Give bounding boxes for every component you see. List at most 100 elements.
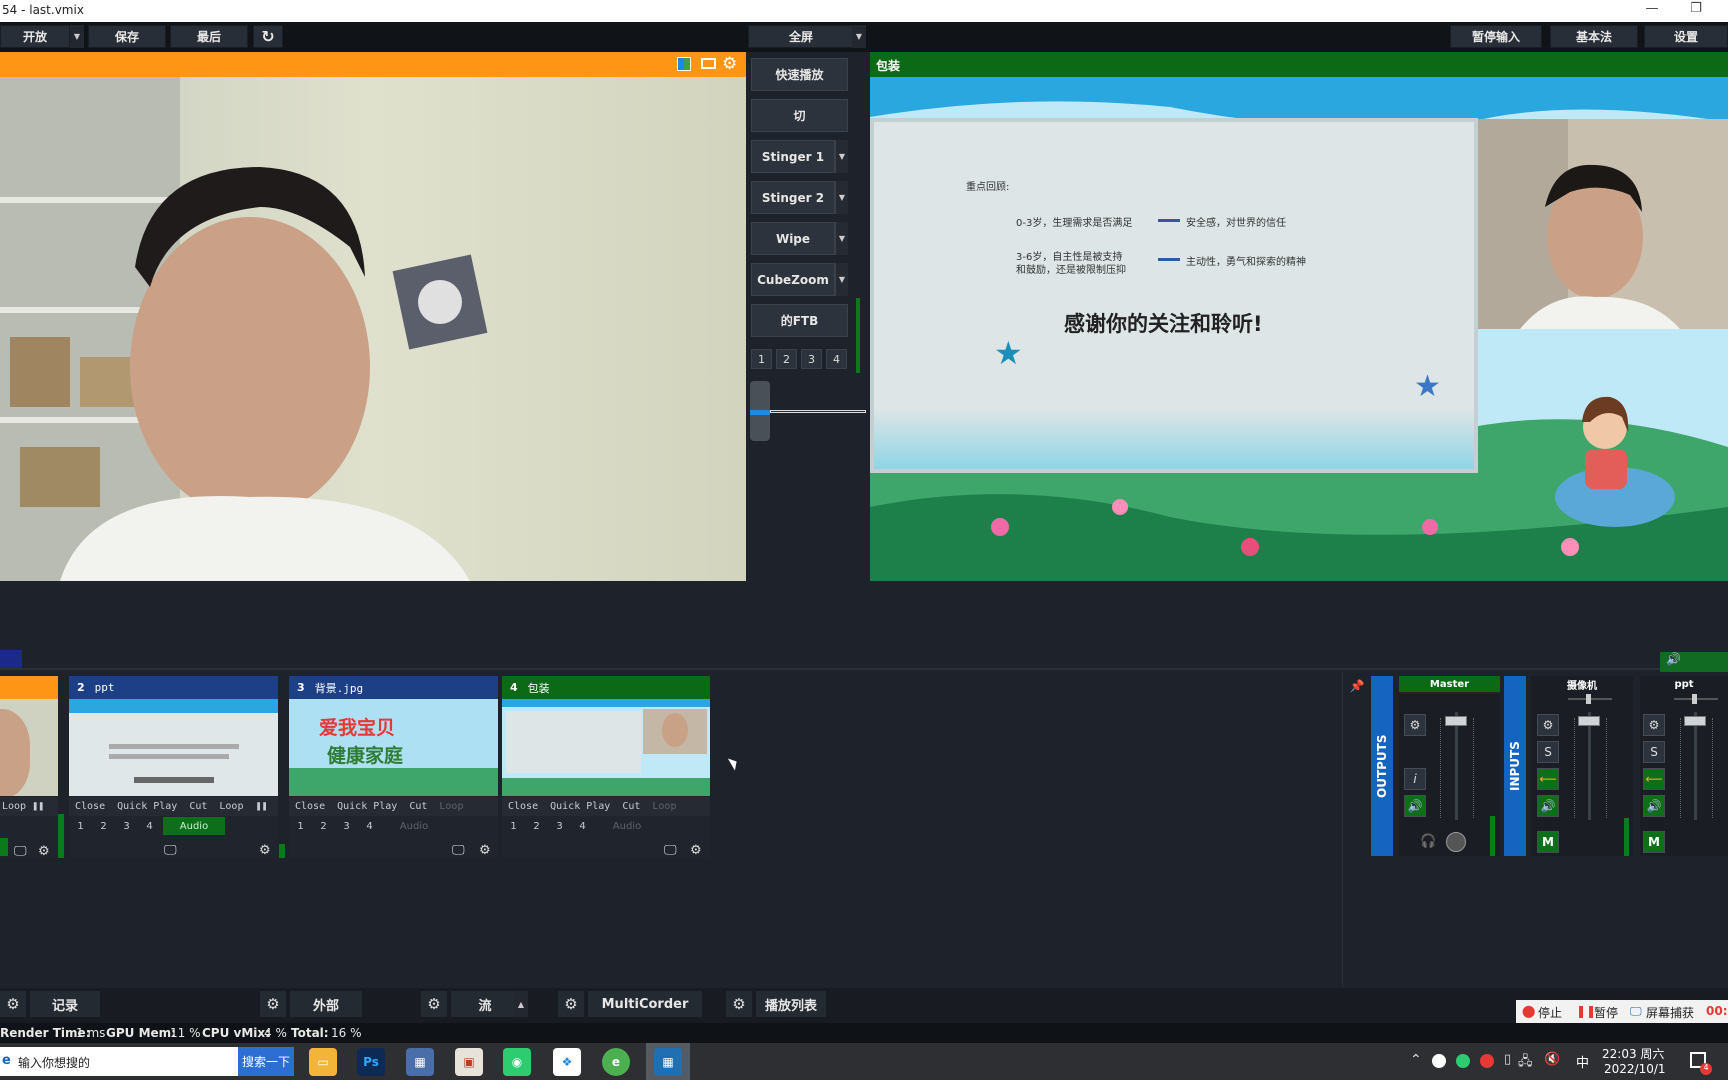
camera-fader-knob[interactable]	[1578, 716, 1600, 726]
pause-icon[interactable]: ❚❚	[28, 797, 48, 816]
audio-button[interactable]: Audio	[383, 817, 445, 835]
multicorder-button[interactable]: MultiCorder	[588, 991, 702, 1017]
search-box[interactable]: e 输入你想搜的	[0, 1047, 238, 1076]
arrow-left-icon[interactable]: ⟵	[1537, 768, 1559, 790]
settings-button[interactable]: 设置	[1644, 25, 1728, 48]
file-explorer-icon[interactable]: ▭	[309, 1048, 337, 1076]
last-button[interactable]: 最后	[170, 25, 248, 48]
open-button[interactable]: 开放	[0, 25, 70, 48]
minimize-button[interactable]: —	[1632, 1, 1672, 21]
pin-icon[interactable]: 📌	[1347, 676, 1367, 696]
input-1-thumbnail[interactable]	[0, 699, 58, 796]
audio-button[interactable]: Audio	[596, 817, 658, 835]
loop-button[interactable]: Loop	[213, 797, 249, 816]
gear-icon[interactable]: ⚙	[1404, 714, 1426, 736]
stinger2-button[interactable]: Stinger 2	[751, 181, 835, 214]
master-fader-track[interactable]	[1455, 712, 1458, 820]
pause-input-button[interactable]: 暂停输入	[1450, 25, 1542, 48]
number-4-button[interactable]: 4	[358, 817, 381, 836]
gear-icon[interactable]: ⚙	[479, 844, 491, 857]
stinger1-dropdown[interactable]: ▼	[835, 140, 848, 173]
ppt-fader-track[interactable]	[1694, 712, 1697, 820]
gear-icon[interactable]: ⚙	[1643, 714, 1665, 736]
recorder-capture[interactable]: 屏幕捕获	[1646, 1004, 1694, 1021]
gear-icon[interactable]: ⚙	[722, 54, 737, 74]
transition-4-button[interactable]: 4	[826, 349, 847, 369]
tbar-track[interactable]	[770, 410, 866, 413]
wechat-tray-icon[interactable]	[1456, 1054, 1470, 1068]
arrow-left-icon[interactable]: ⟵	[1643, 768, 1665, 790]
input-1-header[interactable]	[0, 676, 58, 699]
layout-icon[interactable]	[701, 58, 716, 69]
cut-button[interactable]: Cut	[403, 797, 433, 816]
save-button[interactable]: 保存	[88, 25, 166, 48]
collapse-tab[interactable]	[0, 650, 22, 670]
mute-button[interactable]: M	[1537, 831, 1559, 853]
gear-icon[interactable]: ⚙	[726, 991, 752, 1017]
transition-1-button[interactable]: 1	[751, 349, 772, 369]
cubezoom-dropdown[interactable]: ▼	[835, 263, 848, 296]
quick-play-button[interactable]: Quick Play	[111, 797, 183, 816]
loop-button[interactable]: Loop	[0, 797, 28, 816]
fullscreen-button[interactable]: 全屏	[748, 25, 854, 48]
cubezoom-button[interactable]: CubeZoom	[751, 263, 835, 296]
number-1-button[interactable]: 1	[289, 817, 312, 836]
pause-icon[interactable]: ❚❚	[249, 797, 273, 816]
ppt-fader-knob[interactable]	[1684, 716, 1706, 726]
basic-button[interactable]: 基本法	[1550, 25, 1638, 48]
transition-2-button[interactable]: 2	[776, 349, 797, 369]
input-4-header[interactable]: 4 包装	[502, 676, 710, 699]
gear-icon[interactable]: ⚙	[0, 991, 26, 1017]
app-icon[interactable]: ❖	[553, 1048, 581, 1076]
input-3-header[interactable]: 3 背景.jpg	[289, 676, 498, 699]
cut-button[interactable]: Cut	[183, 797, 213, 816]
info-button[interactable]: i	[1404, 768, 1426, 790]
gear-icon[interactable]: ⚙	[1537, 714, 1559, 736]
input-3-thumbnail[interactable]: 爱我宝贝 健康家庭	[289, 699, 498, 796]
inputs-label[interactable]: INPUTS	[1504, 676, 1526, 856]
number-2-button[interactable]: 2	[312, 817, 335, 836]
gear-icon[interactable]: ⚙	[421, 991, 447, 1017]
network-icon[interactable]: 🖧	[1518, 1052, 1533, 1074]
gear-icon[interactable]: ⚙	[38, 845, 50, 858]
outputs-label[interactable]: OUTPUTS	[1371, 676, 1393, 856]
headphones-icon[interactable]: 🎧	[1420, 834, 1436, 849]
search-button[interactable]: 搜索一下	[238, 1047, 294, 1076]
solo-button[interactable]: S	[1537, 741, 1559, 763]
cut-button[interactable]: 切	[751, 99, 848, 132]
stream-button[interactable]: 流	[451, 991, 519, 1017]
speaker-icon[interactable]: 🔊	[1643, 795, 1665, 817]
number-4-button[interactable]: 4	[138, 817, 161, 836]
search-input[interactable]: 输入你想搜的	[18, 1054, 90, 1071]
volume-tab[interactable]: 🔊	[1660, 652, 1728, 672]
monitor-icon[interactable]: 🖵	[164, 844, 177, 857]
number-1-button[interactable]: 1	[69, 817, 92, 836]
gear-icon[interactable]: ⚙	[690, 844, 702, 857]
number-1-button[interactable]: 1	[502, 817, 525, 836]
cut-button[interactable]: Cut	[616, 797, 646, 816]
restore-button[interactable]: ❐	[1676, 1, 1716, 21]
transition-3-button[interactable]: 3	[801, 349, 822, 369]
speaker-icon[interactable]: 🔊	[1404, 795, 1426, 817]
stinger2-dropdown[interactable]: ▼	[835, 181, 848, 214]
speaker-icon[interactable]: 🔊	[1537, 795, 1559, 817]
recorder-tray-icon[interactable]	[1480, 1054, 1494, 1068]
loop-button[interactable]: Loop	[646, 797, 682, 816]
clock-time[interactable]: 22:03 周六	[1602, 1045, 1664, 1062]
close-button[interactable]: Close	[502, 797, 544, 816]
close-button[interactable]: Close	[69, 797, 111, 816]
number-3-button[interactable]: 3	[335, 817, 358, 836]
image-viewer-icon[interactable]: ▣	[455, 1048, 483, 1076]
tray-app-icon[interactable]	[1432, 1054, 1446, 1068]
quick-play-button[interactable]: 快速播放	[751, 58, 848, 91]
number-2-button[interactable]: 2	[92, 817, 115, 836]
ftb-button[interactable]: 的FTB	[751, 304, 848, 337]
wipe-dropdown[interactable]: ▼	[835, 222, 848, 255]
photoshop-icon[interactable]: Ps	[357, 1048, 385, 1076]
gear-icon[interactable]: ⚙	[260, 991, 286, 1017]
quick-play-button[interactable]: Quick Play	[331, 797, 403, 816]
audio-button[interactable]: Audio	[163, 817, 225, 835]
number-2-button[interactable]: 2	[525, 817, 548, 836]
gear-icon[interactable]: ⚙	[259, 844, 271, 857]
clock-date[interactable]: 2022/10/1	[1604, 1062, 1666, 1076]
